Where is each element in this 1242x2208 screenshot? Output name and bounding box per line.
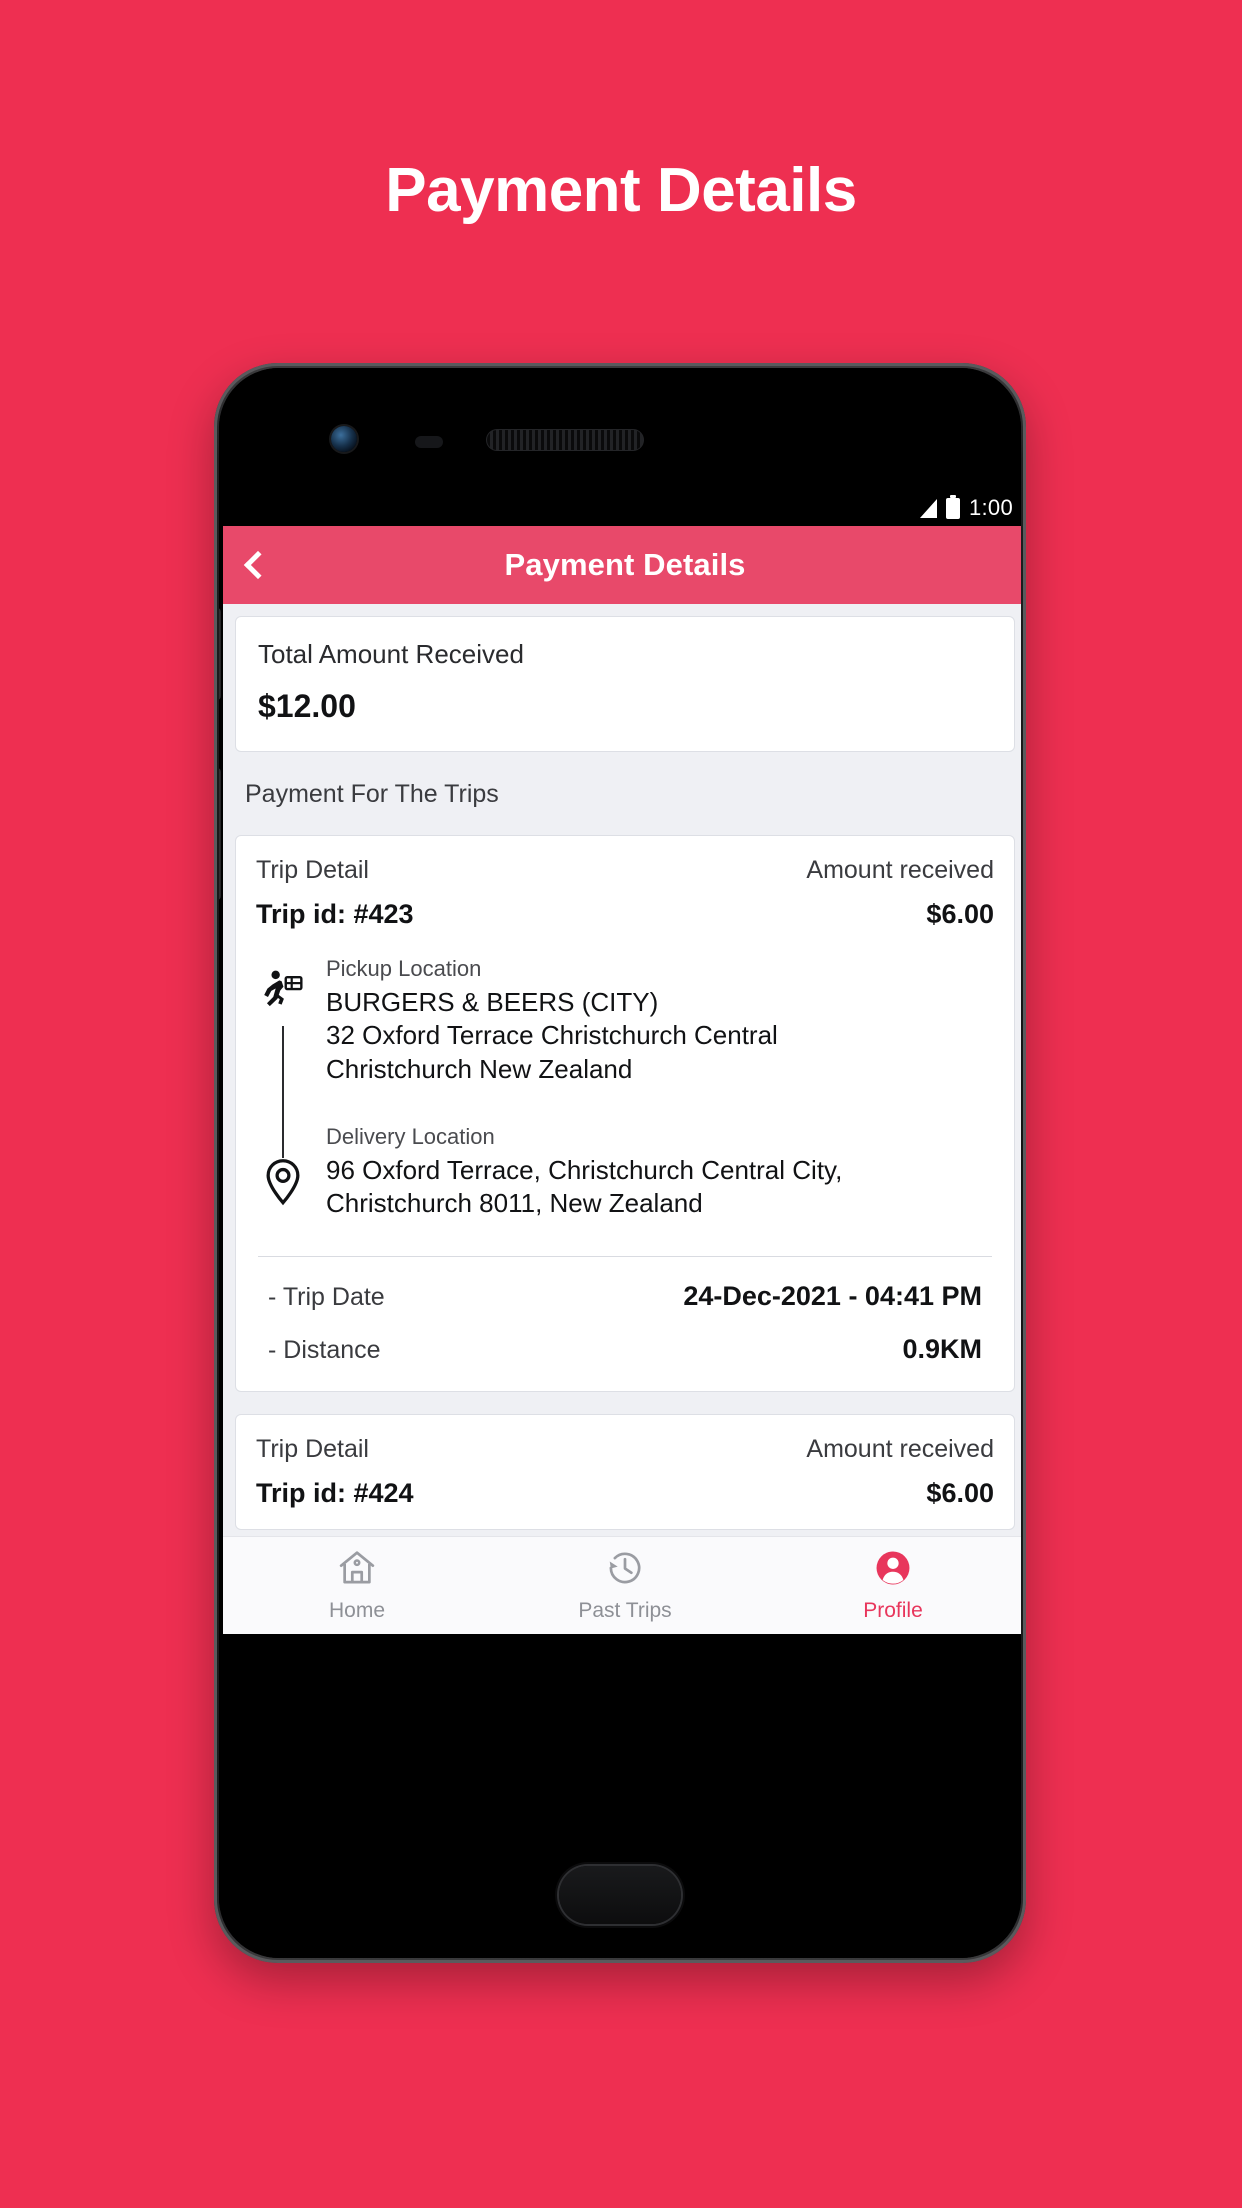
delivery-address-line-1: 96 Oxford Terrace, Christchurch Central …	[326, 1154, 843, 1185]
trip-id-row: Trip id: #424 $6.00	[256, 1478, 994, 1509]
delivery-body: Delivery Location 96 Oxford Terrace, Chr…	[326, 1124, 994, 1221]
trip-id-value: Trip id: #424	[256, 1478, 414, 1509]
signal-icon	[919, 498, 937, 518]
total-amount-label: Total Amount Received	[258, 639, 524, 669]
pickup-address-line-1: 32 Oxford Terrace Christchurch Central	[326, 1020, 778, 1051]
page-title: Payment Details	[385, 156, 857, 225]
trip-distance-value: 0.9KM	[902, 1334, 982, 1365]
delivery-address-line-2: Christchurch 8011, New Zealand	[326, 1188, 703, 1219]
trip-amount-value: $6.00	[926, 899, 994, 929]
status-bar: 1:00	[223, 490, 1021, 526]
trip-card[interactable]: Trip Detail Amount received Trip id: #42…	[235, 1414, 1015, 1531]
volume-down-button[interactable]	[219, 768, 221, 900]
trip-date-row: - Trip Date 24-Dec-2021 - 04:41 PM	[256, 1257, 994, 1312]
app-bar-title: Payment Details	[504, 547, 746, 582]
amount-received-label: Amount received	[806, 1435, 994, 1464]
phone-mockup: 1:00 Payment Details Total Amount Receiv…	[214, 363, 1026, 1963]
trip-distance-row: - Distance 0.9KM	[256, 1312, 994, 1391]
pickup-leg: Pickup Location BURGERS & BEERS (CITY) 3…	[256, 956, 994, 1086]
route-block: Pickup Location BURGERS & BEERS (CITY) 3…	[256, 930, 994, 1228]
battery-icon	[945, 494, 960, 519]
nav-item-profile[interactable]: Profile	[759, 1537, 1021, 1634]
trip-detail-label: Trip Detail	[256, 1435, 369, 1464]
delivery-location-label: Delivery Location	[326, 1123, 495, 1149]
profile-person-icon	[873, 1548, 913, 1593]
total-amount-card: Total Amount Received $12.00	[235, 616, 1015, 752]
home-icon	[337, 1548, 377, 1593]
trip-card-header: Trip Detail Amount received	[256, 1435, 994, 1464]
status-bar-time: 1:00	[968, 495, 1013, 520]
nav-label-home: Home	[328, 1599, 386, 1622]
trip-detail-label: Trip Detail	[256, 856, 369, 884]
trip-id-row: Trip id: #423 $6.00	[256, 899, 994, 930]
earpiece-speaker-icon	[487, 430, 643, 450]
volume-up-button[interactable]	[219, 608, 221, 700]
trip-card[interactable]: Trip Detail Amount received Trip id: #42…	[235, 835, 1015, 1393]
home-hardware-button[interactable]	[559, 1866, 681, 1924]
phone-body: 1:00 Payment Details Total Amount Receiv…	[219, 368, 1021, 1958]
nav-label-past-trips: Past Trips	[578, 1599, 672, 1622]
pickup-name: BURGERS & BEERS (CITY)	[326, 987, 659, 1017]
bottom-navigation-bar: Home Past Trips Profile	[223, 1536, 1021, 1634]
phone-screen: 1:00 Payment Details Total Amount Receiv…	[223, 490, 1021, 1634]
pickup-body: Pickup Location BURGERS & BEERS (CITY) 3…	[326, 956, 994, 1086]
amount-received-label: Amount received	[806, 856, 994, 884]
section-label-payment-for-trips: Payment For The Trips	[245, 780, 499, 808]
trip-distance-key: - Distance	[268, 1336, 381, 1365]
nav-label-profile: Profile	[863, 1599, 923, 1622]
trip-date-key: - Trip Date	[268, 1283, 385, 1312]
history-clock-icon	[605, 1548, 645, 1593]
trip-date-value: 24-Dec-2021 - 04:41 PM	[683, 1281, 982, 1312]
proximity-sensor-icon	[415, 436, 443, 448]
delivery-leg: Delivery Location 96 Oxford Terrace, Chr…	[256, 1124, 994, 1221]
nav-item-home[interactable]: Home	[223, 1537, 491, 1634]
app-bar: Payment Details	[223, 526, 1021, 604]
front-camera-icon	[331, 426, 357, 452]
content-scroll-area[interactable]: Total Amount Received $12.00 Payment For…	[223, 604, 1021, 1634]
trip-id-value: Trip id: #423	[256, 899, 414, 929]
pickup-address-line-2: Christchurch New Zealand	[326, 1053, 633, 1084]
total-amount-value: $12.00	[258, 688, 356, 724]
trip-card-header: Trip Detail Amount received	[256, 856, 994, 885]
trip-amount-value: $6.00	[926, 1478, 994, 1509]
pickup-location-label: Pickup Location	[326, 956, 482, 981]
nav-item-past-trips[interactable]: Past Trips	[491, 1537, 759, 1634]
route-connector-line	[282, 1026, 284, 1158]
